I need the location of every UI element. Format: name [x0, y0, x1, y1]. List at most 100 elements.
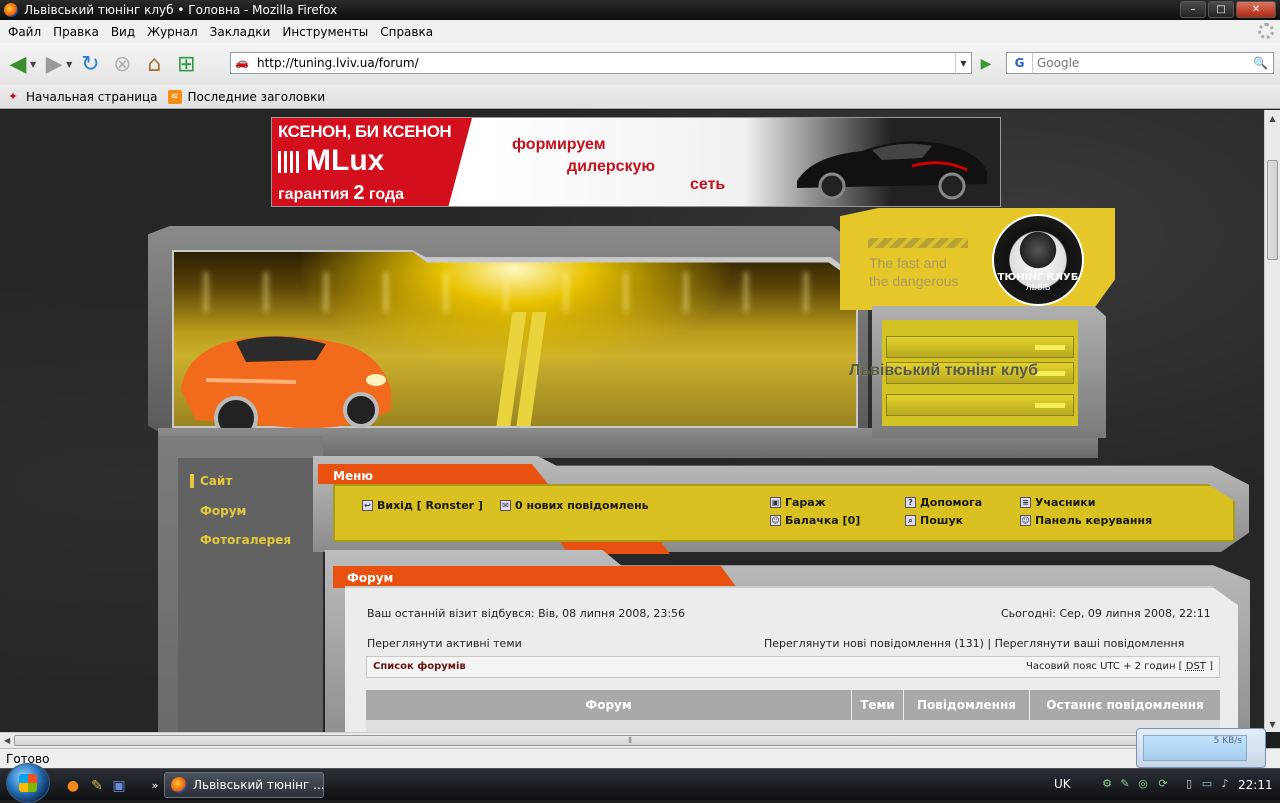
ad-slogan-3: сеть [690, 176, 726, 193]
reload-icon[interactable]: ↻ [76, 50, 104, 78]
members-label: Учасники [1035, 496, 1096, 509]
menu-edit[interactable]: Правка [49, 25, 107, 39]
throbber-icon [1258, 23, 1274, 39]
tray-network-icon[interactable]: ⚙ [1100, 777, 1114, 791]
forum-index-link[interactable]: Список форумів [373, 661, 466, 672]
search-engine-icon[interactable]: G [1007, 53, 1033, 73]
menu-tools[interactable]: Инструменты [278, 25, 376, 39]
bookmark-latest-headlines[interactable]: ≋ Последние заголовки [167, 89, 326, 104]
url-text[interactable]: http://tuning.lviv.ua/forum/ [257, 56, 419, 70]
tray-monitor-icon[interactable]: ▭ [1200, 777, 1214, 791]
menu-file[interactable]: Файл [4, 25, 49, 39]
tool-quicklaunch-icon[interactable]: ✎ [88, 777, 106, 795]
menu-help[interactable]: Справка [376, 25, 441, 39]
network-meter-widget[interactable]: 5 KB/s [1136, 728, 1266, 768]
nav-forum-link[interactable]: Форум [190, 504, 246, 518]
control-panel-icon: ☺ [1020, 515, 1031, 526]
new-tab-icon[interactable]: ⊞ [172, 50, 200, 78]
start-button[interactable] [6, 763, 50, 803]
forward-history-dropdown-icon[interactable]: ▼ [66, 60, 72, 69]
horizontal-scrollbar[interactable]: ◀ ⦀ ▶ [0, 732, 1264, 748]
forward-icon[interactable]: ▶ [40, 50, 68, 78]
search-link[interactable]: ⌕ Пошук [905, 514, 963, 527]
members-link[interactable]: ≡ Учасники [1020, 496, 1095, 509]
back-history-dropdown-icon[interactable]: ▼ [30, 60, 36, 69]
scroll-up-icon[interactable]: ▲ [1265, 110, 1280, 126]
site-name: Львівський тюнінг клуб [849, 362, 1038, 379]
tray-device-icon[interactable]: ▯ [1182, 777, 1196, 791]
maximize-button[interactable]: □ [1208, 1, 1234, 18]
nav-gallery-link[interactable]: Фотогалерея [190, 533, 291, 547]
breadcrumb: Список форумів Часовий пояс UTC + 2 годи… [366, 656, 1220, 678]
emblem-title: ТЮНІНГ КЛУБ [997, 272, 1079, 283]
logout-icon: ↩ [362, 500, 373, 511]
menu-history[interactable]: Журнал [143, 25, 206, 39]
active-topics-link[interactable]: Переглянути активні теми [367, 637, 522, 650]
go-icon[interactable]: ▶ [976, 54, 996, 74]
home-icon[interactable]: ⌂ [140, 50, 168, 78]
url-history-dropdown-icon[interactable]: ▼ [955, 53, 971, 73]
menu-bar: Файл Правка Вид Журнал Закладки Инструме… [0, 20, 1280, 43]
language-indicator[interactable]: UK [1054, 777, 1071, 791]
menu-bookmarks[interactable]: Закладки [206, 25, 279, 39]
navigation-toolbar: ◀ ▼ ▶ ▼ ↻ ⊗ ⌂ ⊞ 🚗 http://tuning.lviv.ua/… [0, 43, 1280, 85]
forum-tab [333, 566, 737, 588]
minimize-button[interactable]: – [1180, 1, 1206, 18]
bookmarks-toolbar: ✦ Начальная страница ≋ Последние заголов… [0, 85, 1280, 109]
stop-icon[interactable]: ⊗ [108, 50, 136, 78]
nav-site-link[interactable]: Сайт [190, 474, 232, 488]
club-logo[interactable]: ТЮНІНГ КЛУБ ЛЬВІВ [992, 214, 1084, 306]
firefox-quicklaunch-icon[interactable]: ● [64, 777, 82, 795]
search-input[interactable] [1033, 56, 1253, 70]
col-last-post: Останнє повідомлення [1046, 698, 1204, 712]
clock[interactable]: 22:11 [1238, 778, 1273, 792]
address-bar[interactable]: 🚗 http://tuning.lviv.ua/forum/ ▼ [230, 52, 972, 74]
title-bar: Львівський тюнінг клуб • Головна - Mozil… [0, 0, 1280, 20]
vertical-scrollbar[interactable]: ▲ ▼ [1264, 110, 1280, 732]
ad-guarantee-post: года [364, 186, 404, 203]
ad-banner[interactable]: КСЕНОН, БИ КСЕНОН MLux гарантия 2 года ф… [271, 117, 1001, 207]
ad-slogan-2: дилерскую [567, 158, 656, 175]
chat-link[interactable]: ☺ Балачка [0] [770, 514, 860, 527]
taskbar-firefox-window[interactable]: Львівський тюнінг ... [164, 772, 324, 798]
rss-icon: ≋ [167, 89, 182, 104]
post-links: Переглянути нові повідомлення (131) | Пе… [764, 637, 1184, 650]
scroll-thumb[interactable] [1267, 160, 1278, 260]
orange-car-image [181, 336, 391, 440]
col-forum: Форум [366, 690, 852, 720]
lion-icon [1016, 230, 1060, 270]
garage-link[interactable]: ▣ Гараж [770, 496, 826, 509]
close-button[interactable]: ✕ [1236, 1, 1276, 18]
tray-sync-icon[interactable]: ⟳ [1156, 777, 1170, 791]
panel-strip [886, 336, 1074, 358]
back-icon[interactable]: ◀ [4, 50, 32, 78]
bookmark-start-page[interactable]: ✦ Начальная страница [6, 89, 158, 104]
tray-security-icon[interactable]: ◎ [1136, 777, 1150, 791]
window-title: Львівський тюнінг клуб • Головна - Mozil… [24, 3, 338, 17]
menu-view[interactable]: Вид [107, 25, 143, 39]
ad-headline: КСЕНОН, БИ КСЕНОН [278, 122, 452, 141]
h-scroll-thumb[interactable]: ⦀ [14, 735, 1246, 746]
save-quicklaunch-icon[interactable]: ▣ [110, 777, 128, 795]
links-separator: | [983, 637, 995, 650]
bookmark-label: Последние заголовки [187, 89, 326, 104]
volume-icon[interactable]: ♪ [1218, 777, 1232, 791]
forum-table-row[interactable] [366, 720, 1220, 732]
private-messages-link[interactable]: ✉ 0 нових повідомлень [500, 499, 649, 512]
bookmark-label: Начальная страница [26, 89, 158, 104]
new-posts-link[interactable]: Переглянути нові повідомлення (131) [764, 637, 984, 650]
help-link[interactable]: ? Допомога [905, 496, 982, 509]
ad-guarantee-num: 2 [353, 182, 365, 204]
quicklaunch-more-icon[interactable]: » [146, 777, 164, 795]
scroll-down-icon[interactable]: ▼ [1265, 716, 1280, 732]
search-icon: ⌕ [905, 515, 916, 526]
tray-app-icon[interactable]: ✎ [1118, 777, 1132, 791]
logout-link[interactable]: ↩ Вихід [ Ronster ] [362, 499, 483, 512]
search-icon[interactable]: 🔍 [1253, 56, 1273, 70]
search-bar[interactable]: G 🔍 [1006, 52, 1274, 74]
your-posts-link[interactable]: Переглянути ваші повідомлення [995, 637, 1185, 650]
scroll-left-icon[interactable]: ◀ [4, 736, 10, 745]
chat-label: Балачка [0] [785, 514, 861, 527]
timezone-pre: Часовий пояс UTC + 2 годин [ [1026, 661, 1186, 672]
control-panel-link[interactable]: ☺ Панель керування [1020, 514, 1152, 527]
